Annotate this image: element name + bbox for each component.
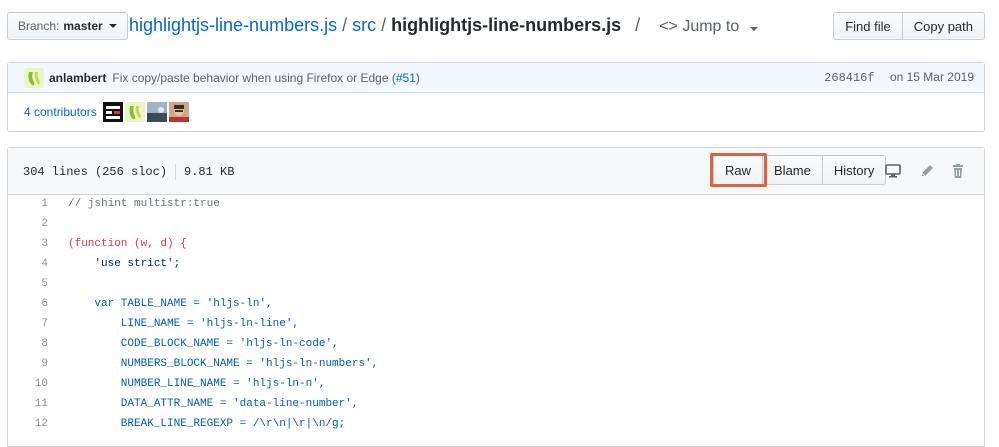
chevron-down-icon	[108, 24, 117, 28]
breadcrumb-separator: /	[381, 15, 387, 35]
branch-name: master	[63, 19, 103, 33]
line-number[interactable]: 11	[8, 394, 48, 414]
line-number[interactable]: 7	[8, 314, 48, 334]
pencil-icon[interactable]	[919, 163, 935, 183]
file-info: 304 lines (256 sloc) 9.81 KB	[23, 164, 234, 180]
line-code: // jshint multistr:true	[68, 198, 220, 210]
commit-meta: 268416f on 15 Mar 2019	[824, 70, 974, 85]
line-number[interactable]: 2	[8, 214, 48, 234]
file-view: 304 lines (256 sloc) 9.81 KB Raw Blame Hi…	[7, 147, 985, 447]
breadcrumb-repo-link[interactable]: highlightjs-line-numbers.js	[129, 15, 337, 35]
line-code: NUMBER_LINE_NAME = 'hljs-ln-n',	[68, 378, 326, 390]
breadcrumb-separator: /	[342, 15, 348, 35]
line-code: var TABLE_NAME = 'hljs-ln',	[68, 298, 273, 310]
contributors-link[interactable]: 4 contributors	[24, 105, 97, 119]
file-navigation: Branch: master highlightjs-line-numbers.…	[7, 12, 985, 42]
commit-date: on 15 Mar 2019	[889, 70, 974, 84]
line-number[interactable]: 8	[8, 334, 48, 354]
commit-tease: anlambert Fix copy/paste behavior when u…	[7, 62, 985, 132]
line-code: 'use strict';	[68, 258, 181, 270]
file-view-buttons: Raw Blame History	[713, 155, 887, 185]
branch-label: Branch:	[18, 19, 60, 33]
trash-icon[interactable]	[950, 163, 966, 183]
avatar[interactable]	[168, 102, 189, 122]
latest-commit: anlambert Fix copy/paste behavior when u…	[8, 63, 984, 93]
jump-to-menu[interactable]: <> Jump to	[659, 18, 758, 35]
commit-message-text[interactable]: Fix copy/paste behavior when using Firef…	[112, 71, 395, 85]
line-number[interactable]: 1	[8, 194, 48, 214]
line-number[interactable]: 9	[8, 354, 48, 374]
line-number[interactable]: 3	[8, 234, 48, 254]
avatar[interactable]	[102, 102, 123, 122]
history-button[interactable]: History	[821, 155, 887, 185]
copy-path-button[interactable]: Copy path	[901, 12, 985, 40]
file-size: 9.81 KB	[184, 165, 235, 180]
line-code: NUMBERS_BLOCK_NAME = 'hljs-ln-numbers',	[68, 358, 379, 370]
raw-button[interactable]: Raw	[713, 155, 764, 185]
line-code: (function (w, d) {	[68, 238, 187, 250]
commit-message: Fix copy/paste behavior when using Firef…	[112, 71, 420, 85]
file-header: 304 lines (256 sloc) 9.81 KB Raw Blame Hi…	[8, 148, 984, 195]
avatar[interactable]	[124, 102, 145, 122]
breadcrumb-folder-link[interactable]: src	[352, 15, 376, 35]
line-code: DATA_ATTR_NAME = 'data-line-number',	[68, 398, 359, 410]
branch-select-button[interactable]: Branch: master	[7, 12, 128, 40]
pull-request-link[interactable]: #51	[396, 71, 416, 85]
desktop-icon[interactable]	[885, 163, 901, 183]
commit-message-end: )	[415, 70, 420, 85]
line-number[interactable]: 12	[8, 414, 48, 434]
line-code: LINE_NAME = 'hljs-ln-line',	[68, 318, 300, 330]
avatar[interactable]	[146, 102, 167, 122]
find-file-button[interactable]: Find file	[833, 12, 903, 40]
file-actions: Find file Copy path	[833, 12, 985, 40]
blame-button[interactable]: Blame	[762, 155, 823, 185]
divider	[175, 164, 177, 180]
contributors-row: 4 contributors	[8, 93, 984, 131]
line-code: CODE_BLOCK_NAME = 'hljs-ln-code',	[68, 338, 339, 350]
chevron-down-icon	[749, 27, 758, 31]
avatar[interactable]	[24, 67, 44, 88]
commit-sha[interactable]: 268416f	[824, 71, 874, 85]
line-code: BREAK_LINE_REGEXP = /\r\n|\r|\n/g;	[68, 418, 346, 430]
line-number[interactable]: 6	[8, 294, 48, 314]
commit-author[interactable]: anlambert	[49, 71, 106, 85]
line-count: 304 lines (256 sloc)	[23, 165, 168, 180]
breadcrumb-file: highlightjs-line-numbers.js	[391, 15, 622, 35]
code-icon: <>	[659, 18, 678, 35]
line-number[interactable]: 10	[8, 374, 48, 394]
breadcrumb: highlightjs-line-numbers.js / src / highligh…	[129, 15, 758, 36]
line-number[interactable]: 5	[8, 274, 48, 294]
jump-to-label: Jump to	[682, 18, 740, 35]
line-number[interactable]: 4	[8, 254, 48, 274]
breadcrumb-separator: /	[635, 15, 641, 35]
